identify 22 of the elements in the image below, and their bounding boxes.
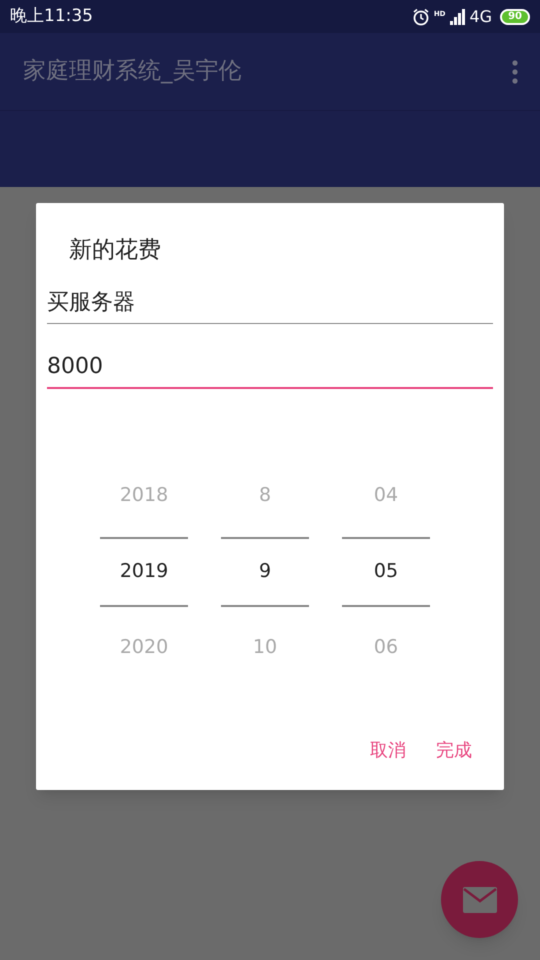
app-title: 家庭理财系统_吴宇伦 [23, 57, 242, 86]
picker-item[interactable]: 9 [221, 536, 309, 606]
picker-item[interactable]: 2020 [100, 606, 188, 688]
dialog-button[interactable]: 完成 [426, 731, 482, 770]
network-label: 4G [470, 6, 492, 28]
dialog-button[interactable]: 取消 [360, 731, 416, 770]
picker-item[interactable]: 8 [221, 454, 309, 536]
envelope-icon [462, 886, 496, 912]
picker-item[interactable]: 04 [342, 454, 430, 536]
alarm-icon [412, 8, 430, 26]
status-time: 晚上11:35 [10, 4, 93, 28]
picker-item[interactable]: 2018 [100, 454, 188, 536]
picker-item[interactable]: 06 [342, 606, 430, 688]
picker-item[interactable]: 2019 [100, 536, 188, 606]
picker-item[interactable]: 10 [221, 606, 309, 688]
overflow-menu-icon[interactable] [512, 60, 518, 84]
input-field[interactable]: 买服务器 [47, 286, 493, 324]
picker-item[interactable]: 05 [342, 536, 430, 606]
input-field[interactable]: 8000 [47, 350, 493, 388]
dialog-title: 新的花费 [69, 236, 162, 265]
signal-icon [450, 8, 466, 24]
battery-indicator: 90 [500, 8, 530, 24]
